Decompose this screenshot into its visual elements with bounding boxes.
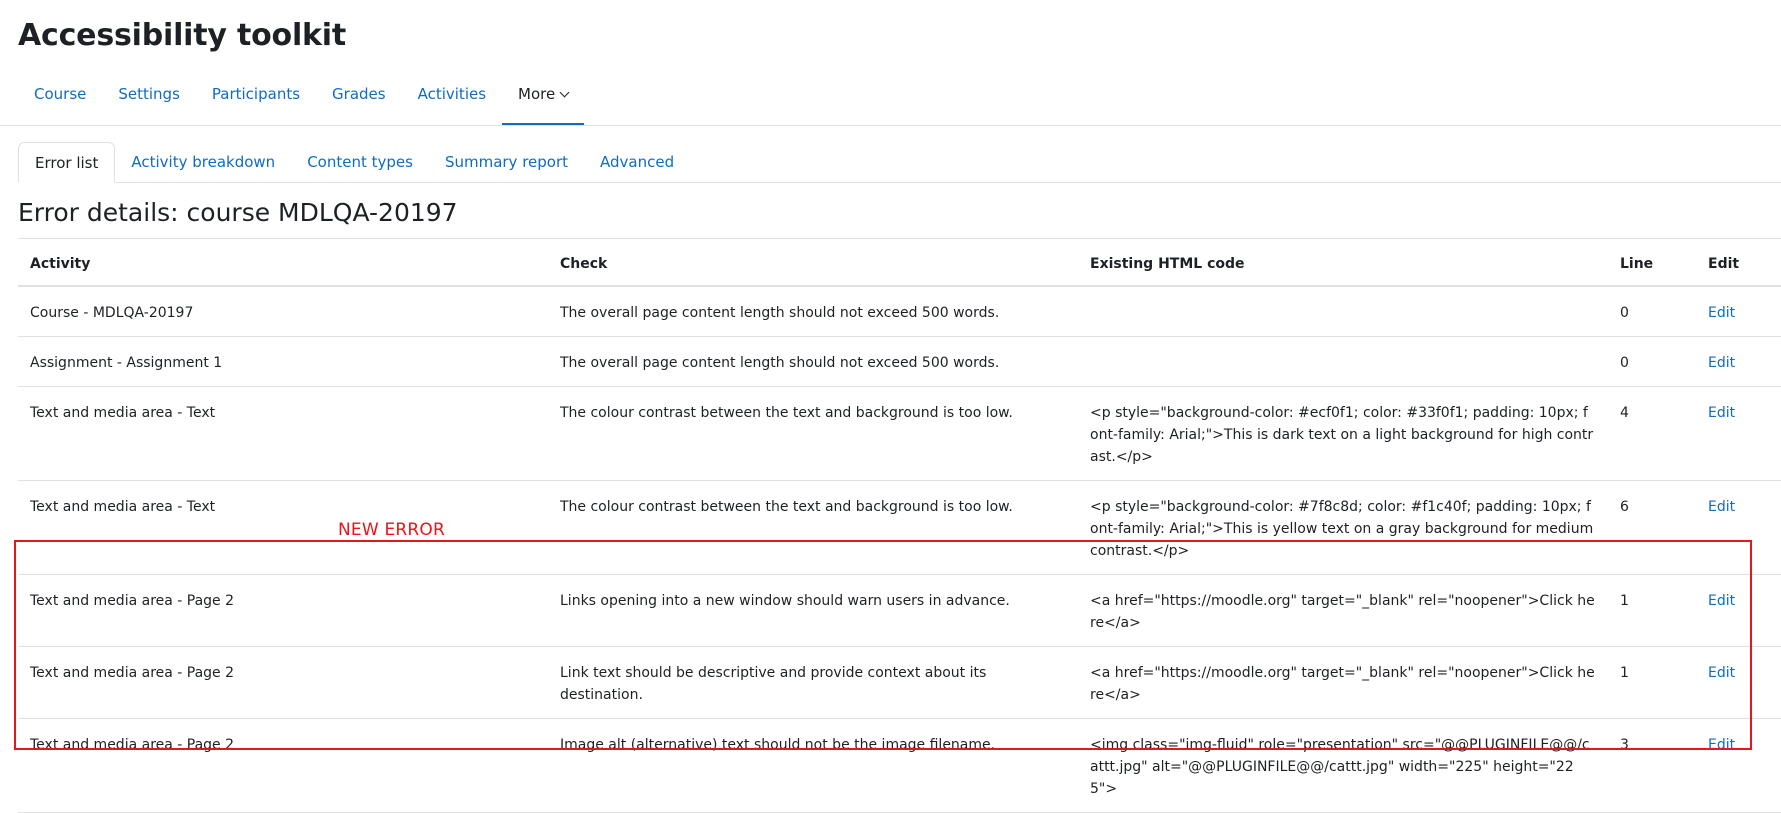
- table-row: Text and media area - Page 2 Image alt (…: [18, 718, 1781, 813]
- cell-edit: Edit: [1696, 336, 1781, 387]
- header-code: Existing HTML code: [1078, 238, 1608, 287]
- cell-line: 4: [1608, 386, 1696, 481]
- cell-code: <p style="background-color: #ecf0f1; col…: [1078, 386, 1608, 481]
- edit-link[interactable]: Edit: [1708, 405, 1735, 421]
- tab-summary-report[interactable]: Summary report: [429, 142, 584, 183]
- cell-code: <img class="img-fluid" role="presentatio…: [1078, 718, 1608, 813]
- cell-line: 1: [1608, 646, 1696, 719]
- cell-line: 3: [1608, 718, 1696, 813]
- chevron-down-icon: [559, 87, 570, 98]
- cell-activity: Text and media area - Text: [18, 386, 548, 481]
- table-row: Text and media area - Text The colour co…: [18, 386, 1781, 481]
- header-activity: Activity: [18, 238, 548, 287]
- cell-edit: Edit: [1696, 386, 1781, 481]
- table-row: Text and media area - Text The colour co…: [18, 480, 1781, 575]
- cell-check: The colour contrast between the text and…: [548, 480, 1078, 575]
- cell-edit: Edit: [1696, 286, 1781, 337]
- report-tabs: Error list Activity breakdown Content ty…: [18, 142, 690, 183]
- nav-grades[interactable]: Grades: [316, 68, 402, 126]
- tabs-divider: [18, 182, 1781, 183]
- cell-activity: Text and media area - Page 2: [18, 646, 548, 719]
- nav-settings[interactable]: Settings: [102, 68, 196, 126]
- edit-link[interactable]: Edit: [1708, 665, 1735, 681]
- table-row: Course - MDLQA-20197 The overall page co…: [18, 286, 1781, 337]
- cell-line: 1: [1608, 574, 1696, 647]
- section-title: Error details: course MDLQA-20197: [18, 198, 458, 227]
- cell-check: Image alt (alternative) text should not …: [548, 718, 1078, 813]
- header-line: Line: [1608, 238, 1696, 287]
- cell-check: The overall page content length should n…: [548, 336, 1078, 387]
- tab-error-list[interactable]: Error list: [18, 142, 116, 183]
- cell-edit: Edit: [1696, 574, 1781, 647]
- cell-activity: Text and media area - Page 2: [18, 718, 548, 813]
- header-edit: Edit: [1696, 238, 1781, 287]
- new-error-annotation: NEW ERROR: [338, 520, 446, 540]
- table-row: Assignment - Assignment 1 The overall pa…: [18, 336, 1781, 387]
- tab-advanced[interactable]: Advanced: [584, 142, 690, 183]
- cell-activity: Course - MDLQA-20197: [18, 286, 548, 337]
- edit-link[interactable]: Edit: [1708, 499, 1735, 515]
- nav-activities[interactable]: Activities: [402, 68, 502, 126]
- nav-divider: [0, 125, 1781, 126]
- cell-edit: Edit: [1696, 480, 1781, 575]
- nav-participants[interactable]: Participants: [196, 68, 316, 126]
- cell-check: The overall page content length should n…: [548, 286, 1078, 337]
- cell-line: 0: [1608, 286, 1696, 337]
- primary-nav: Course Settings Participants Grades Acti…: [18, 68, 585, 126]
- page-title: Accessibility toolkit: [18, 18, 347, 53]
- cell-line: 6: [1608, 480, 1696, 575]
- header-check: Check: [548, 238, 1078, 287]
- edit-link[interactable]: Edit: [1708, 737, 1735, 753]
- cell-edit: Edit: [1696, 718, 1781, 813]
- nav-course[interactable]: Course: [18, 68, 102, 126]
- edit-link[interactable]: Edit: [1708, 305, 1735, 321]
- cell-code: [1078, 336, 1608, 387]
- cell-check: The colour contrast between the text and…: [548, 386, 1078, 481]
- nav-more[interactable]: More: [502, 68, 585, 126]
- cell-activity: Text and media area - Page 2: [18, 574, 548, 647]
- tab-activity-breakdown[interactable]: Activity breakdown: [115, 142, 291, 183]
- cell-code: <a href="https://moodle.org" target="_bl…: [1078, 646, 1608, 719]
- cell-activity: Assignment - Assignment 1: [18, 336, 548, 387]
- cell-check: Link text should be descriptive and prov…: [548, 646, 1078, 719]
- edit-link[interactable]: Edit: [1708, 593, 1735, 609]
- cell-code: [1078, 286, 1608, 337]
- cell-check: Links opening into a new window should w…: [548, 574, 1078, 647]
- cell-code: <a href="https://moodle.org" target="_bl…: [1078, 574, 1608, 647]
- error-table: Activity Check Existing HTML code Line E…: [18, 238, 1781, 813]
- table-row: Text and media area - Page 2 Link text s…: [18, 646, 1781, 719]
- table-row: Text and media area - Page 2 Links openi…: [18, 574, 1781, 647]
- cell-code: <p style="background-color: #7f8c8d; col…: [1078, 480, 1608, 575]
- tab-content-types[interactable]: Content types: [291, 142, 429, 183]
- cell-activity: Text and media area - Text: [18, 480, 548, 575]
- cell-edit: Edit: [1696, 646, 1781, 719]
- nav-more-label: More: [518, 85, 556, 103]
- table-header-row: Activity Check Existing HTML code Line E…: [18, 238, 1781, 287]
- edit-link[interactable]: Edit: [1708, 355, 1735, 371]
- cell-line: 0: [1608, 336, 1696, 387]
